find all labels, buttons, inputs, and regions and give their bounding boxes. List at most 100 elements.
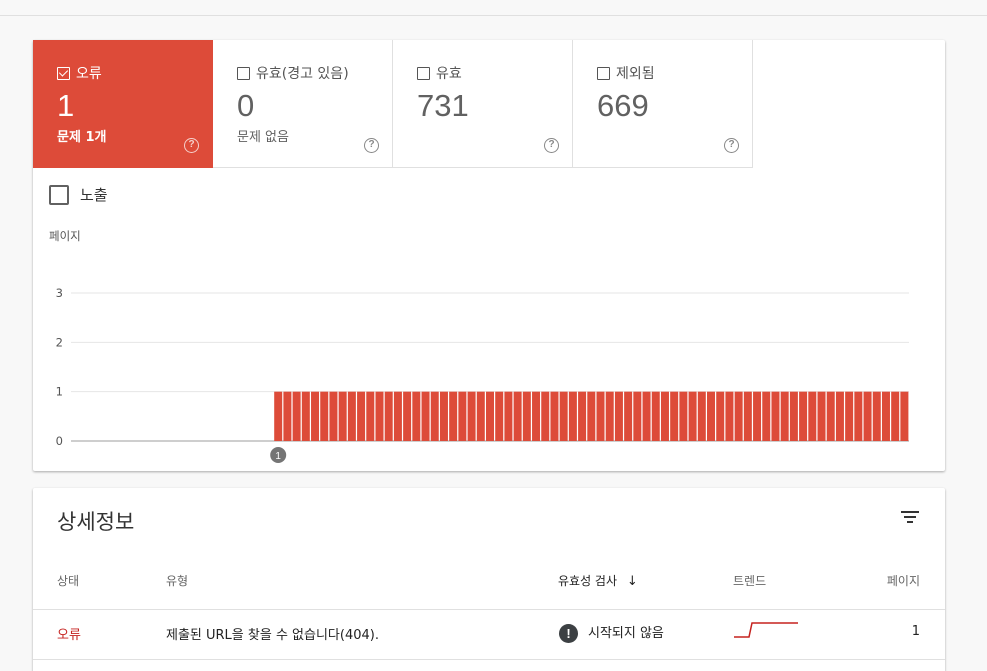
help-icon[interactable]: ? (184, 138, 199, 153)
column-header-type[interactable]: 유형 (166, 572, 188, 589)
chart-bar[interactable] (743, 391, 752, 441)
chart-bar[interactable] (642, 391, 651, 441)
chart-bar[interactable] (688, 391, 697, 441)
help-icon[interactable]: ? (364, 138, 379, 153)
chart-bar[interactable] (375, 391, 384, 441)
chart-bar[interactable] (624, 391, 633, 441)
chart-bar[interactable] (550, 391, 559, 441)
chart-bar[interactable] (504, 391, 513, 441)
column-header-trend[interactable]: 트렌드 (733, 572, 766, 589)
chart-bar[interactable] (716, 391, 725, 441)
checkbox-icon[interactable] (57, 66, 70, 80)
chart-bar[interactable] (808, 391, 817, 441)
chart-bar[interactable] (532, 391, 541, 441)
row-divider (33, 659, 945, 660)
chart-bar[interactable] (835, 391, 844, 441)
chart-bar[interactable] (587, 391, 596, 441)
chart-bar[interactable] (826, 391, 835, 441)
annotation-label: 1 (275, 451, 281, 462)
warning-icon: ! (559, 624, 578, 643)
chart-bar[interactable] (292, 391, 301, 441)
tile-value: 1 (57, 88, 75, 123)
chart-bar[interactable] (651, 391, 660, 441)
chart-bar[interactable] (485, 391, 495, 441)
chart-bar[interactable] (513, 391, 522, 441)
column-header-status[interactable]: 상태 (57, 572, 79, 589)
chart-bar[interactable] (541, 391, 550, 441)
chart-bar[interactable] (301, 391, 310, 441)
chart-bar[interactable] (467, 391, 476, 441)
chart-bar[interactable] (357, 391, 366, 441)
pages-chart: 페이지 0123 21. 6. 29.21. 7. 10.21. 7. 21.2… (49, 229, 909, 463)
chart-bar[interactable] (366, 391, 375, 441)
chart-bar[interactable] (412, 391, 421, 441)
chart-bar[interactable] (780, 391, 789, 441)
chart-bar[interactable] (817, 391, 826, 441)
chart-bar[interactable] (421, 391, 430, 441)
chart-bar[interactable] (338, 391, 347, 441)
chart-bar[interactable] (762, 391, 771, 441)
checkbox-icon[interactable] (417, 66, 430, 80)
chart-bar[interactable] (863, 391, 872, 441)
chart-bar[interactable] (495, 391, 504, 441)
chart-bar[interactable] (872, 391, 881, 441)
chart-bar[interactable] (522, 391, 531, 441)
chart-bar[interactable] (403, 391, 412, 441)
chart-bar[interactable] (568, 391, 577, 441)
chart-bar[interactable] (329, 391, 338, 441)
chart-bar[interactable] (283, 391, 292, 441)
chart-bar[interactable] (476, 391, 485, 441)
chart-bar[interactable] (854, 391, 863, 441)
chart-bar[interactable] (753, 391, 762, 441)
chart-bar[interactable] (697, 391, 706, 441)
impressions-checkbox[interactable] (49, 184, 69, 205)
chart-bar[interactable] (449, 391, 458, 441)
chart-bar[interactable] (633, 391, 642, 441)
checkbox-icon[interactable] (597, 66, 610, 80)
checkbox-icon[interactable] (237, 66, 250, 80)
chart-bar[interactable] (614, 391, 623, 441)
chart-bar[interactable] (311, 391, 320, 441)
chart-bar[interactable] (845, 391, 854, 441)
tile-valid[interactable]: 유효 731 ? (393, 40, 573, 168)
chart-bar[interactable] (679, 391, 688, 441)
tile-sub: 문제 1개 (57, 130, 107, 145)
coverage-overview-card: 오류 1 문제 1개 ? 유효(경고 있음) 0 문제 없음 ? 유효 731 … (33, 40, 945, 471)
help-icon[interactable]: ? (724, 138, 739, 153)
chart-bar[interactable] (384, 391, 393, 441)
chart-bar[interactable] (891, 391, 900, 441)
chart-bar[interactable] (707, 391, 716, 441)
chart-bar[interactable] (274, 391, 283, 441)
chart-annotation[interactable]: 1 (270, 447, 287, 463)
chart-bar[interactable] (439, 391, 448, 441)
chart-bar[interactable] (430, 391, 439, 441)
chart-bar[interactable] (789, 391, 798, 441)
tile-label: 오류 (76, 66, 102, 82)
chart-bar[interactable] (605, 391, 614, 441)
chart-bar[interactable] (771, 391, 780, 441)
help-icon[interactable]: ? (544, 138, 559, 153)
chart-bar[interactable] (734, 391, 743, 441)
column-header-validation[interactable]: 유효성 검사 ↓ (558, 572, 638, 589)
chart-bar[interactable] (578, 391, 587, 441)
chart-bar[interactable] (670, 391, 679, 441)
tile-error[interactable]: 오류 1 문제 1개 ? (33, 40, 213, 168)
chart-bar[interactable] (393, 391, 402, 441)
tile-excluded[interactable]: 제외됨 669 ? (573, 40, 753, 168)
chart-bar[interactable] (596, 391, 605, 441)
chart-bar[interactable] (320, 391, 329, 441)
filter-icon[interactable] (899, 508, 921, 526)
chart-bar[interactable] (660, 391, 669, 441)
row-validation-label: 시작되지 않음 (588, 626, 664, 641)
column-header-pages[interactable]: 페이지 (887, 572, 920, 589)
chart-bar[interactable] (881, 391, 890, 441)
chart-bar[interactable] (799, 391, 808, 441)
chart-bar[interactable] (900, 391, 909, 441)
chart-bar[interactable] (725, 391, 734, 441)
tile-valid-with-warnings[interactable]: 유효(경고 있음) 0 문제 없음 ? (213, 40, 393, 168)
chart-bar[interactable] (458, 391, 467, 441)
chart-bar[interactable] (559, 391, 568, 441)
impressions-toggle[interactable]: 노출 (49, 184, 108, 205)
top-bar (0, 0, 987, 16)
chart-bar[interactable] (347, 391, 356, 441)
